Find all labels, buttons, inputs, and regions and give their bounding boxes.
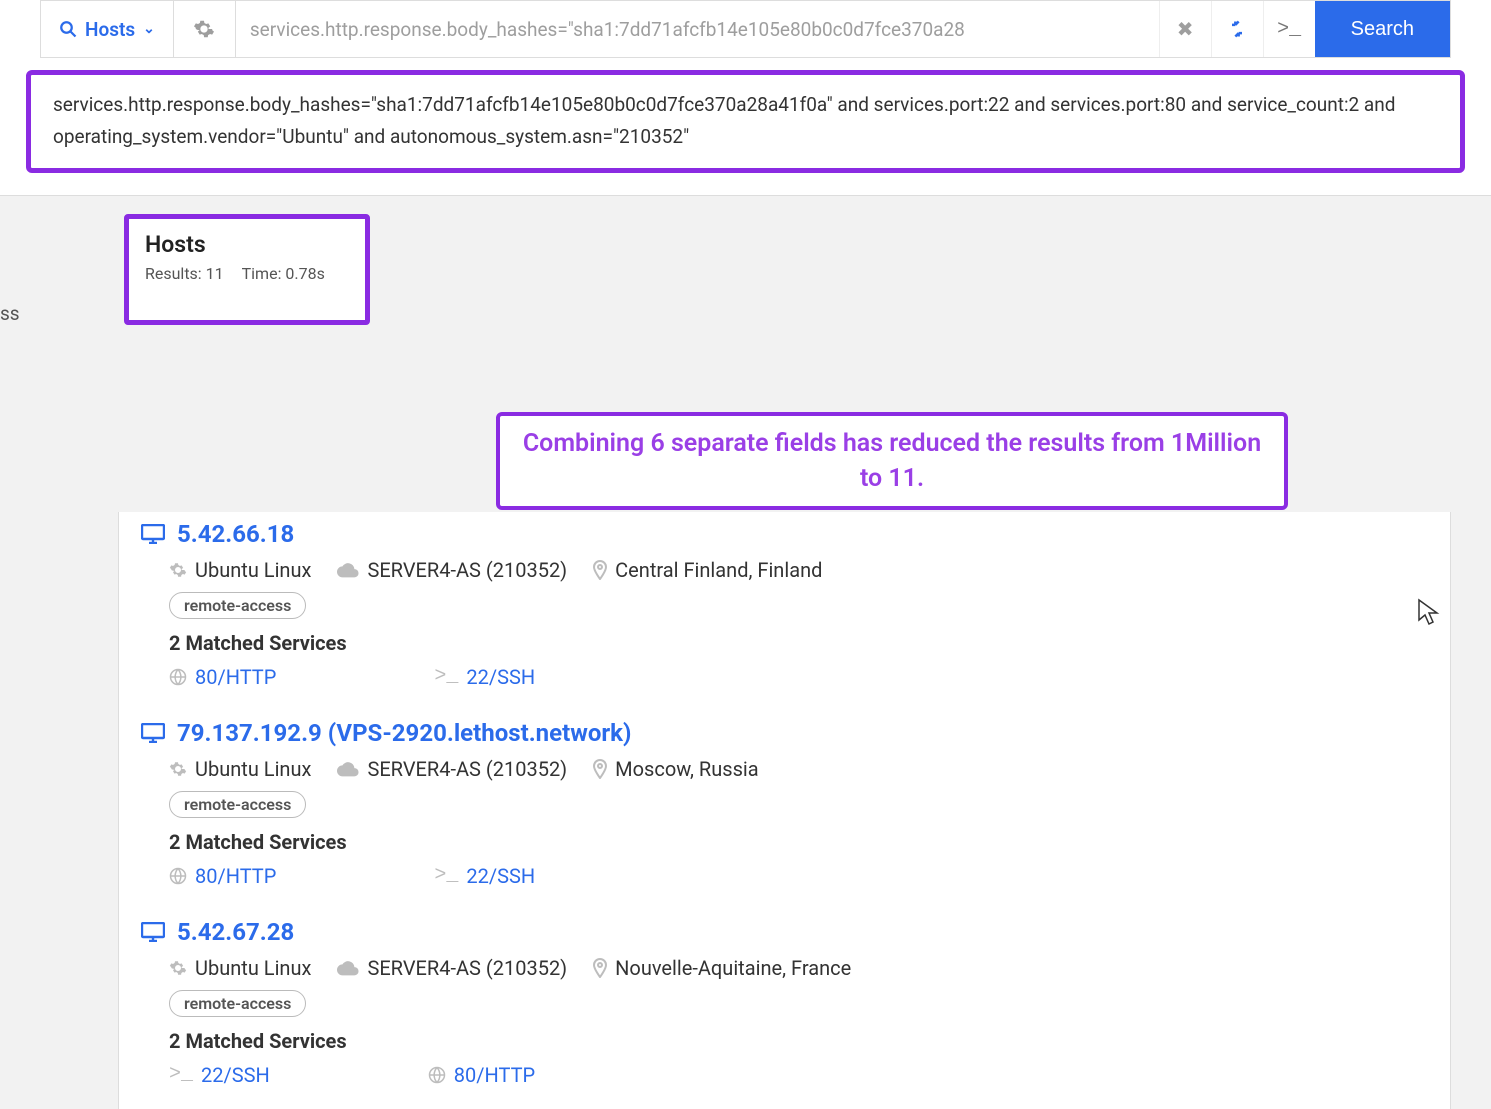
cloud-icon: [337, 761, 359, 777]
service-link[interactable]: >_ 22/SSH: [169, 1063, 270, 1087]
service-label: 22/SSH: [201, 1063, 270, 1087]
monitor-icon: [141, 922, 165, 942]
results-list: 5.42.66.18 Ubuntu Linux SERVER4-AS (210352…: [118, 512, 1451, 1109]
expanded-query-text: services.http.response.body_hashes="sha1…: [53, 93, 1395, 148]
clear-search-button[interactable]: ✖: [1159, 1, 1211, 57]
services-row: 80/HTTP >_ 22/SSH: [169, 864, 1426, 888]
tag-remote-access[interactable]: remote-access: [169, 990, 306, 1017]
terminal-icon: >_: [1277, 18, 1301, 41]
monitor-icon: [141, 524, 165, 544]
services-row: >_ 22/SSH 80/HTTP: [169, 1063, 1426, 1087]
service-link[interactable]: 80/HTTP: [428, 1063, 535, 1087]
result-item: 5.42.67.28 Ubuntu Linux SERVER4-AS (210352…: [141, 910, 1426, 1109]
top-area: Hosts ⌄ services.http.response.body_hash…: [0, 0, 1491, 196]
tag-remote-access[interactable]: remote-access: [169, 592, 306, 619]
asn-meta: SERVER4-AS (210352): [337, 757, 567, 781]
hosts-heading: Hosts: [145, 231, 349, 258]
location-label: Nouvelle-Aquitaine, France: [615, 956, 851, 980]
gear-icon: [169, 760, 187, 778]
scope-label: Hosts: [85, 18, 135, 41]
terminal-icon: >_: [434, 864, 458, 887]
settings-button[interactable]: [174, 1, 236, 57]
matched-services-heading: 2 Matched Services: [169, 830, 1426, 854]
os-meta: Ubuntu Linux: [169, 956, 311, 980]
result-meta-row: Ubuntu Linux SERVER4-AS (210352) Nouvelle-…: [169, 956, 1426, 980]
location-pin-icon: [593, 958, 607, 978]
os-label: Ubuntu Linux: [195, 956, 311, 980]
globe-icon: [169, 867, 187, 885]
service-label: 80/HTTP: [454, 1063, 535, 1087]
monitor-icon: [141, 723, 165, 743]
search-input-wrap[interactable]: services.http.response.body_hashes="sha1…: [236, 1, 1159, 57]
cursor-icon: [1417, 598, 1441, 633]
matched-services-heading: 2 Matched Services: [169, 631, 1426, 655]
asn-meta: SERVER4-AS (210352): [337, 956, 567, 980]
result-ip: 5.42.67.28: [177, 918, 294, 946]
os-meta: Ubuntu Linux: [169, 558, 311, 582]
globe-icon: [428, 1066, 446, 1084]
scope-select-hosts[interactable]: Hosts ⌄: [41, 1, 174, 57]
location-label: Moscow, Russia: [615, 757, 759, 781]
location-label: Central Finland, Finland: [615, 558, 822, 582]
search-bar: Hosts ⌄ services.http.response.body_hash…: [40, 0, 1451, 58]
result-ip: 5.42.66.18: [177, 520, 294, 548]
service-link[interactable]: >_ 22/SSH: [434, 665, 535, 689]
service-label: 80/HTTP: [195, 864, 276, 888]
result-title[interactable]: 79.137.192.9 (VPS-2920.lethost.network): [141, 719, 1426, 747]
result-meta-row: Ubuntu Linux SERVER4-AS (210352) Central F…: [169, 558, 1426, 582]
tag-remote-access[interactable]: remote-access: [169, 791, 306, 818]
cloud-icon: [337, 960, 359, 976]
terminal-icon: >_: [169, 1063, 193, 1086]
close-icon: ✖: [1177, 17, 1194, 41]
services-row: 80/HTTP >_ 22/SSH: [169, 665, 1426, 689]
search-input[interactable]: services.http.response.body_hashes="sha1…: [250, 18, 1145, 41]
os-label: Ubuntu Linux: [195, 558, 311, 582]
os-meta: Ubuntu Linux: [169, 757, 311, 781]
search-button[interactable]: Search: [1315, 1, 1450, 57]
matched-services-heading: 2 Matched Services: [169, 1029, 1426, 1053]
result-title[interactable]: 5.42.67.28: [141, 918, 1426, 946]
result-item: 79.137.192.9 (VPS-2920.lethost.network) U…: [141, 711, 1426, 910]
result-title[interactable]: 5.42.66.18: [141, 520, 1426, 548]
service-label: 22/SSH: [466, 665, 535, 689]
asn-label: SERVER4-AS (210352): [367, 956, 567, 980]
service-label: 22/SSH: [466, 864, 535, 888]
collapse-query-button[interactable]: [1211, 1, 1263, 57]
expanded-query-box[interactable]: services.http.response.body_hashes="sha1…: [26, 70, 1465, 173]
location-meta: Central Finland, Finland: [593, 558, 822, 582]
chevron-down-icon: ⌄: [143, 21, 155, 37]
service-link[interactable]: 80/HTTP: [169, 665, 276, 689]
cloud-icon: [337, 562, 359, 578]
query-time: Time: 0.78s: [242, 264, 325, 283]
left-panel-fragment: ss: [0, 212, 20, 325]
terminal-icon: >_: [434, 665, 458, 688]
search-button-label: Search: [1351, 18, 1414, 41]
result-ip: 79.137.192.9 (VPS-2920.lethost.network): [177, 719, 631, 747]
result-item: 5.42.66.18 Ubuntu Linux SERVER4-AS (210352…: [141, 512, 1426, 711]
service-link[interactable]: 80/HTTP: [169, 864, 276, 888]
annotation-callout: Combining 6 separate fields has reduced …: [496, 412, 1288, 510]
gear-icon: [193, 18, 215, 40]
annotation-text: Combining 6 separate fields has reduced …: [523, 429, 1261, 493]
terminal-button[interactable]: >_: [1263, 1, 1315, 57]
os-label: Ubuntu Linux: [195, 757, 311, 781]
service-link[interactable]: >_ 22/SSH: [434, 864, 535, 888]
result-meta-row: Ubuntu Linux SERVER4-AS (210352) Moscow, R…: [169, 757, 1426, 781]
location-pin-icon: [593, 560, 607, 580]
collapse-icon: [1227, 19, 1247, 39]
gear-icon: [169, 959, 187, 977]
gear-icon: [169, 561, 187, 579]
location-meta: Nouvelle-Aquitaine, France: [593, 956, 851, 980]
hosts-summary-card: Hosts Results: 11 Time: 0.78s: [124, 214, 370, 325]
location-pin-icon: [593, 759, 607, 779]
asn-label: SERVER4-AS (210352): [367, 757, 567, 781]
results-count: Results: 11: [145, 264, 224, 283]
search-icon: [59, 20, 77, 38]
location-meta: Moscow, Russia: [593, 757, 759, 781]
globe-icon: [169, 668, 187, 686]
service-label: 80/HTTP: [195, 665, 276, 689]
asn-meta: SERVER4-AS (210352): [337, 558, 567, 582]
asn-label: SERVER4-AS (210352): [367, 558, 567, 582]
